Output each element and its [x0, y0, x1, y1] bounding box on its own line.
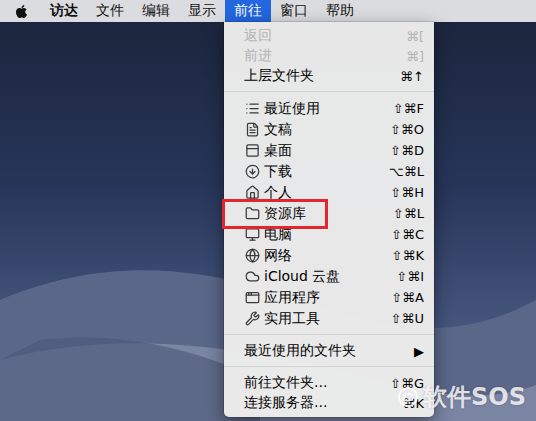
document-icon [244, 122, 260, 138]
menu-item-label: 资源库 [264, 205, 385, 223]
menu-item-label: 返回 [244, 27, 398, 45]
download-icon [244, 164, 260, 180]
recent-icon [244, 101, 260, 117]
menu-item-shortcut: ⌘K [402, 396, 424, 411]
menu-bar-item[interactable]: 编辑 [133, 0, 179, 22]
menu-item-label: 前进 [244, 47, 398, 65]
app-name-menu[interactable]: 访达 [41, 0, 87, 22]
menu-item[interactable]: 网络 ⇧⌘K [224, 245, 434, 266]
menu-item[interactable]: 上层文件夹 ⌘↑ [224, 66, 434, 86]
watermark-logo-icon [397, 386, 419, 408]
menu-separator [224, 91, 434, 92]
menu-item-label: 桌面 [264, 142, 382, 160]
menu-item-label: 电脑 [264, 226, 383, 244]
menu-item[interactable]: 最近使用 ⇧⌘F [224, 98, 434, 119]
menu-item-label: 最近使用的文件夹 [244, 342, 406, 360]
menu-item[interactable]: 电脑 ⇧⌘C [224, 224, 434, 245]
menu-item[interactable]: 实用工具 ⇧⌘U [224, 308, 434, 329]
network-icon [244, 248, 260, 264]
menu-item[interactable]: 下载 ⌥⌘L [224, 161, 434, 182]
menu-item[interactable]: 返回 ⌘[ [224, 26, 434, 46]
desktop: 访达文件编辑显示前往返回⌘[前进⌘]上层文件夹⌘↑最近使用⇧⌘F文稿⇧⌘O桌面⇧… [0, 0, 536, 421]
menu-bar-item[interactable]: 帮助 [317, 0, 363, 22]
computer-icon [244, 227, 260, 243]
menu-item-shortcut: ⇧⌘C [391, 227, 424, 242]
menu-item-label: 上层文件夹 [244, 67, 392, 85]
menu-item[interactable]: 个人 ⇧⌘H [224, 182, 434, 203]
applications-icon [244, 290, 260, 306]
dropdown-menu: 返回 ⌘[ 前进 ⌘] 上层文件夹 ⌘↑ 最近使用 ⇧⌘F 文稿 ⇧⌘O 桌面 ⇧⌘D 下载 ⌥⌘L 个人 ⇧… [224, 22, 434, 417]
menu-item[interactable]: 资源库 ⇧⌘L [224, 203, 434, 224]
menu-item-shortcut: ⇧⌘U [391, 311, 424, 326]
menu-item-label: 下载 [264, 163, 381, 181]
menu-item-shortcut: ▶ [414, 344, 424, 359]
menu-item-label: iCloud 云盘 [264, 268, 388, 286]
menu-bar-item[interactable]: 前往返回⌘[前进⌘]上层文件夹⌘↑最近使用⇧⌘F文稿⇧⌘O桌面⇧⌘D下载⌥⌘L个… [225, 0, 271, 22]
menu-bar-item[interactable]: 显示 [179, 0, 225, 22]
menu-item-shortcut: ⌥⌘L [389, 164, 424, 179]
menu-item-shortcut: ⇧⌘H [390, 185, 424, 200]
menu-item-shortcut: ⇧⌘D [390, 143, 424, 158]
folder-icon [244, 206, 260, 222]
tools-icon [244, 311, 260, 327]
menu-item-shortcut: ⌘] [406, 49, 424, 64]
menu-item-shortcut: ⌘↑ [400, 69, 424, 84]
menu-item-shortcut: ⇧⌘K [392, 248, 424, 263]
desktop-icon [244, 143, 260, 159]
menu-item[interactable]: 前进 ⌘] [224, 46, 434, 66]
menu-item-label: 实用工具 [264, 310, 383, 328]
menu-item[interactable]: 桌面 ⇧⌘D [224, 140, 434, 161]
menu-item-label: 应用程序 [264, 289, 383, 307]
menu-item-shortcut: ⇧⌘F [393, 101, 424, 116]
menu-item-label: 文稿 [264, 121, 382, 139]
menu-bar: 访达文件编辑显示前往返回⌘[前进⌘]上层文件夹⌘↑最近使用⇧⌘F文稿⇧⌘O桌面⇧… [0, 0, 536, 22]
menu-item[interactable]: iCloud 云盘 ⇧⌘I [224, 266, 434, 287]
menu-item[interactable]: 文稿 ⇧⌘O [224, 119, 434, 140]
menu-bar-item[interactable]: 窗口 [271, 0, 317, 22]
menu-item-shortcut: ⌘[ [406, 29, 424, 44]
home-icon [244, 185, 260, 201]
menu-item-label: 连接服务器... [244, 394, 394, 412]
apple-icon [14, 4, 29, 19]
highlight-box [222, 199, 328, 229]
cloud-icon [244, 269, 260, 285]
menu-item-label: 个人 [264, 184, 382, 202]
menu-item[interactable]: 最近使用的文件夹 ▶ [224, 341, 434, 361]
menu-item-shortcut: ⇧⌘I [396, 269, 424, 284]
menu-separator [224, 366, 434, 367]
apple-menu[interactable] [4, 0, 41, 22]
menu-item-shortcut: ⇧⌘A [391, 290, 424, 305]
watermark: 软件SOS [397, 381, 526, 413]
menu-item-label: 网络 [264, 247, 384, 265]
menu-bar-item[interactable]: 文件 [87, 0, 133, 22]
menu-item-shortcut: ⇧⌘O [390, 122, 424, 137]
menu-item-label: 前往文件夹... [244, 374, 382, 392]
menu-item-label: 最近使用 [264, 100, 385, 118]
menu-item[interactable]: 应用程序 ⇧⌘A [224, 287, 434, 308]
menu-item-shortcut: ⇧⌘L [393, 206, 424, 221]
menu-separator [224, 334, 434, 335]
